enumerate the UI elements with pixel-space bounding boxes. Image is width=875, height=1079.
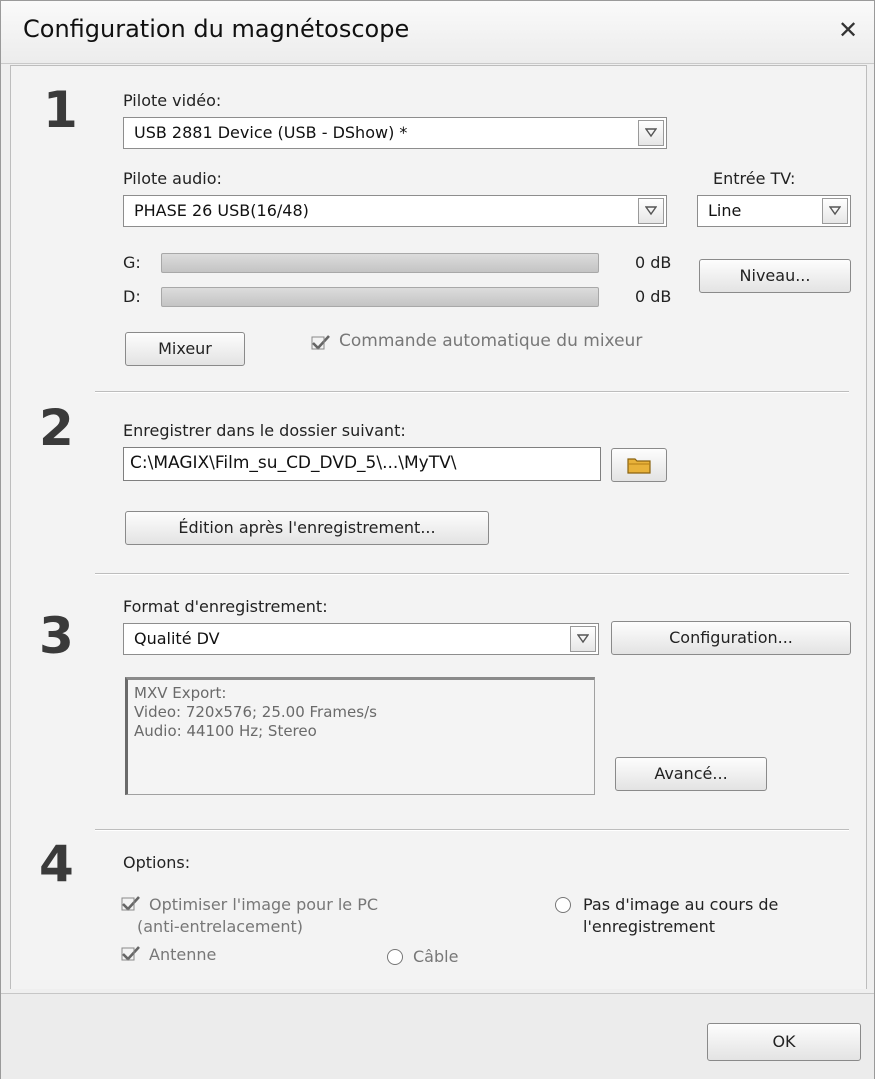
step-number-4: 4 [39, 835, 74, 893]
right-level-meter [161, 287, 599, 307]
right-channel-label: D: [123, 287, 141, 306]
browse-folder-button[interactable] [611, 448, 667, 482]
cable-radio[interactable] [387, 949, 403, 965]
tv-input-select[interactable]: Line [697, 195, 851, 227]
title-divider [1, 63, 874, 64]
section-divider-highlight [95, 574, 849, 575]
step-number-3: 3 [39, 607, 74, 665]
format-select[interactable]: Qualité DV [123, 623, 599, 655]
folder-icon [627, 458, 651, 474]
chevron-down-icon[interactable] [570, 626, 596, 652]
left-channel-label: G: [123, 253, 141, 272]
optimize-image-label[interactable]: Optimiser l'image pour le PC [149, 895, 378, 914]
audio-driver-select[interactable]: PHASE 26 USB(16/48) [123, 195, 667, 227]
level-button[interactable]: Niveau... [699, 259, 851, 293]
format-info-line: Video: 720x576; 25.00 Frames/s [134, 703, 377, 721]
dialog-title: Configuration du magnétoscope [23, 15, 410, 43]
title-bar: Configuration du magnétoscope ✕ [1, 1, 874, 63]
no-image-sublabel: l'enregistrement [583, 917, 716, 936]
step-number-1: 1 [43, 81, 78, 139]
no-image-radio[interactable] [555, 897, 571, 913]
chevron-down-icon[interactable] [638, 120, 664, 146]
antenna-checkbox[interactable] [121, 945, 141, 963]
format-info-box: MXV Export: Video: 720x576; 25.00 Frames… [125, 677, 595, 795]
checkmark-icon [121, 896, 140, 911]
antenna-label[interactable]: Antenne [149, 945, 216, 964]
edit-after-recording-button[interactable]: Édition après l'enregistrement... [125, 511, 489, 545]
format-label: Format d'enregistrement: [123, 597, 328, 616]
configuration-button[interactable]: Configuration... [611, 621, 851, 655]
tv-input-label: Entrée TV: [713, 169, 796, 188]
chevron-down-icon[interactable] [638, 198, 664, 224]
close-button[interactable]: ✕ [833, 15, 863, 45]
section-divider-highlight [95, 830, 849, 831]
format-info-line: MXV Export: [134, 684, 227, 702]
video-driver-select[interactable]: USB 2881 Device (USB - DShow) * [123, 117, 667, 149]
right-db-value: 0 dB [635, 287, 672, 306]
chevron-down-icon[interactable] [822, 198, 848, 224]
audio-driver-label: Pilote audio: [123, 169, 222, 188]
section-divider-highlight [95, 392, 849, 393]
video-driver-label: Pilote vidéo: [123, 91, 222, 110]
optimize-image-sublabel: (anti-entrelacement) [137, 917, 303, 936]
optimize-image-checkbox[interactable] [121, 895, 141, 913]
checkmark-icon [311, 335, 330, 350]
format-info-line: Audio: 44100 Hz; Stereo [134, 722, 317, 740]
format-value: Qualité DV [134, 629, 220, 648]
folder-label: Enregistrer dans le dossier suivant: [123, 421, 406, 440]
vcr-config-dialog: Configuration du magnétoscope ✕ 1 Pilote… [0, 0, 875, 1079]
folder-path-value: C:\MAGIX\Film_su_CD_DVD_5\...\MyTV\ [130, 453, 457, 473]
cable-label[interactable]: Câble [413, 947, 458, 966]
audio-driver-value: PHASE 26 USB(16/48) [134, 201, 309, 220]
ok-button[interactable]: OK [707, 1023, 861, 1061]
options-label: Options: [123, 853, 191, 872]
advanced-button[interactable]: Avancé... [615, 757, 767, 791]
folder-path-field[interactable]: C:\MAGIX\Film_su_CD_DVD_5\...\MyTV\ [123, 447, 601, 481]
auto-mixer-label[interactable]: Commande automatique du mixeur [339, 331, 642, 351]
step-number-2: 2 [39, 399, 74, 457]
no-image-label[interactable]: Pas d'image au cours de [583, 895, 778, 914]
left-db-value: 0 dB [635, 253, 672, 272]
auto-mixer-checkbox[interactable] [311, 334, 331, 352]
checkmark-icon [121, 946, 140, 961]
left-level-meter [161, 253, 599, 273]
mixer-button[interactable]: Mixeur [125, 332, 245, 366]
tv-input-value: Line [708, 201, 742, 220]
video-driver-value: USB 2881 Device (USB - DShow) * [134, 123, 408, 142]
